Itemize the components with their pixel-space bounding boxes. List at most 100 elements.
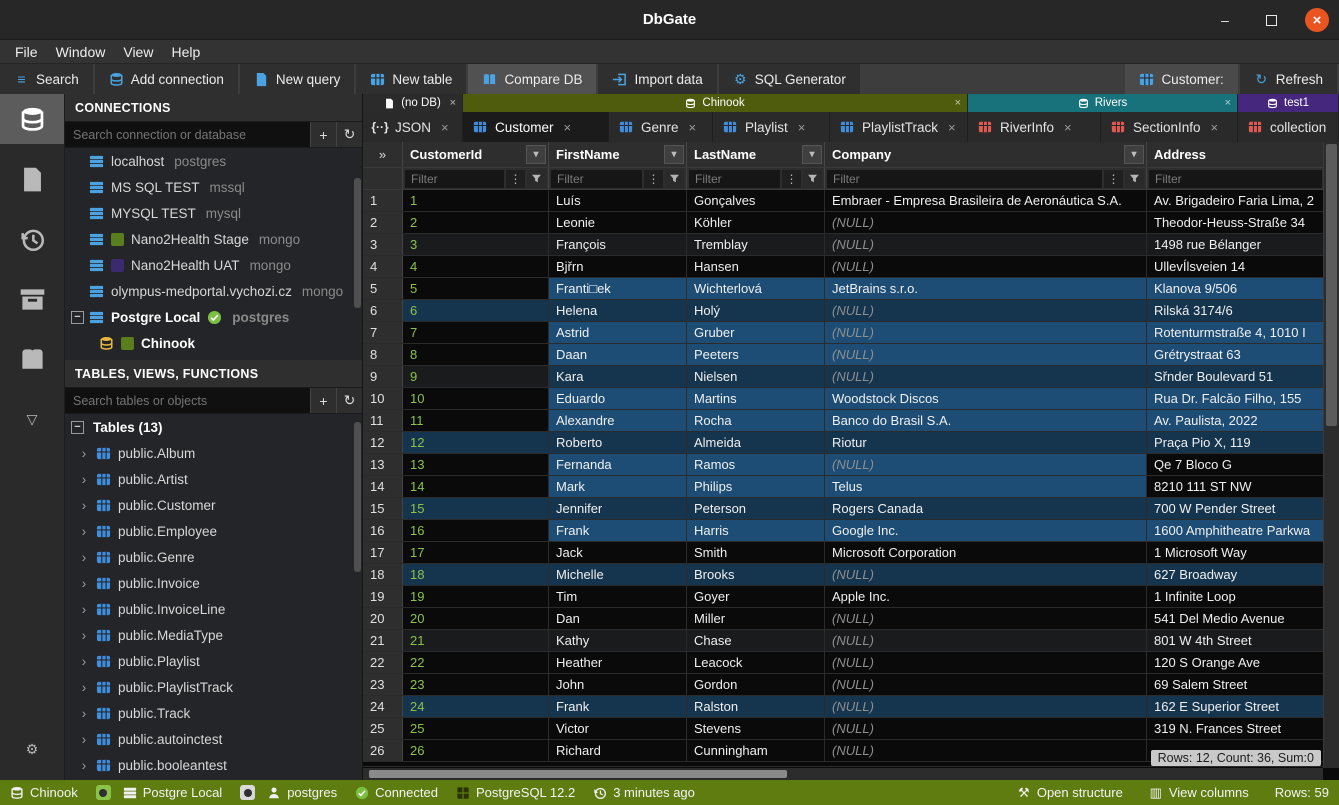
refresh-tables-button[interactable]: ↻ (336, 388, 362, 413)
menu-window[interactable]: Window (47, 42, 115, 62)
filter-funnel-button[interactable] (1125, 170, 1144, 188)
filter-menu-button[interactable]: ⋮ (506, 170, 525, 188)
connections-search-input[interactable] (65, 122, 310, 147)
cell[interactable]: 11 (403, 410, 549, 431)
cell[interactable]: 22 (403, 652, 549, 673)
cell[interactable]: Mark (549, 476, 687, 497)
row-number[interactable]: 9 (363, 366, 403, 387)
cell[interactable]: Rua Dr. Falcăo Filho, 155 (1147, 388, 1325, 409)
row-number[interactable]: 5 (363, 278, 403, 299)
row-number[interactable]: 19 (363, 586, 403, 607)
cell[interactable]: Chase (687, 630, 825, 651)
table-item-public-track[interactable]: ›public.Track (65, 700, 362, 726)
cell[interactable]: Gonçalves (687, 190, 825, 211)
add-connection-small-button[interactable]: + (310, 122, 336, 147)
table-item-public-playlisttrack[interactable]: ›public.PlaylistTrack (65, 674, 362, 700)
grid-horizontal-scrollbar[interactable] (363, 768, 1323, 780)
cell[interactable]: Banco do Brasil S.A. (825, 410, 1147, 431)
filter-funnel-button[interactable] (527, 170, 546, 188)
cell[interactable]: JetBrains s.r.o. (825, 278, 1147, 299)
cell[interactable]: 5 (403, 278, 549, 299)
cell[interactable]: 801 W 4th Street (1147, 630, 1325, 651)
filter-funnel-button[interactable] (665, 170, 684, 188)
row-number[interactable]: 11 (363, 410, 403, 431)
cell[interactable]: 319 N. Frances Street (1147, 718, 1325, 739)
toolbar-button-search[interactable]: ≡Search (0, 64, 93, 94)
tab-genre[interactable]: Genre× (609, 112, 713, 142)
cell[interactable]: (NULL) (825, 630, 1147, 651)
refresh-connections-button[interactable]: ↻ (336, 122, 362, 147)
cell[interactable]: 12 (403, 432, 549, 453)
connections-scrollbar[interactable] (354, 178, 361, 308)
cell[interactable]: Nielsen (687, 366, 825, 387)
cell[interactable]: 541 Del Medio Avenue (1147, 608, 1325, 629)
minimize-button[interactable]: – (1213, 8, 1237, 32)
grid-corner-expand[interactable]: » (363, 142, 403, 167)
cell[interactable]: Leonie (549, 212, 687, 233)
cell[interactable]: Peeters (687, 344, 825, 365)
cell[interactable]: Holý (687, 300, 825, 321)
cell[interactable]: Rilská 3174/6 (1147, 300, 1325, 321)
row-number[interactable]: 16 (363, 520, 403, 541)
filter-input[interactable]: Filter (405, 170, 504, 188)
tab-customer[interactable]: Customer× (463, 112, 609, 142)
close-icon[interactable]: × (798, 120, 806, 135)
cell[interactable]: 10 (403, 388, 549, 409)
grid-vertical-scrollbar[interactable] (1323, 142, 1339, 768)
menu-help[interactable]: Help (162, 42, 209, 62)
connection-item-olympus-medportal-vychozi-cz[interactable]: olympus-medportal.vychozi.czmongo (65, 278, 362, 304)
row-number[interactable]: 15 (363, 498, 403, 519)
cell[interactable]: Gordon (687, 674, 825, 695)
rail-item-cell-data[interactable]: ▽ (0, 394, 64, 444)
column-header-company[interactable]: Company▾ (825, 142, 1147, 167)
cell[interactable]: Frank (549, 696, 687, 717)
close-icon[interactable]: × (450, 97, 456, 109)
column-header-lastname[interactable]: LastName▾ (687, 142, 825, 167)
column-header-firstname[interactable]: FirstName▾ (549, 142, 687, 167)
filter-funnel-button[interactable] (803, 170, 822, 188)
cell[interactable]: Philips (687, 476, 825, 497)
menu-file[interactable]: File (6, 42, 47, 62)
cell[interactable]: 16 (403, 520, 549, 541)
row-number[interactable]: 18 (363, 564, 403, 585)
column-dropdown-button[interactable]: ▾ (526, 145, 546, 164)
cell[interactable]: (NULL) (825, 608, 1147, 629)
row-number[interactable]: 22 (363, 652, 403, 673)
cell[interactable]: 23 (403, 674, 549, 695)
cell[interactable]: Almeida (687, 432, 825, 453)
filter-menu-button[interactable]: ⋮ (782, 170, 801, 188)
tab-collection[interactable]: collection (1238, 112, 1339, 142)
cell[interactable]: 69 Salem Street (1147, 674, 1325, 695)
toolbar-button-new-query[interactable]: New query (240, 64, 355, 94)
table-item-public-genre[interactable]: ›public.Genre (65, 544, 362, 570)
cell[interactable]: Kathy (549, 630, 687, 651)
rail-item-favorites[interactable] (0, 334, 64, 384)
cell[interactable]: 21 (403, 630, 549, 651)
row-number[interactable]: 10 (363, 388, 403, 409)
toolbar-button-customer-[interactable]: Customer: (1125, 64, 1237, 94)
cell[interactable]: Av. Brigadeiro Faria Lima, 2 (1147, 190, 1325, 211)
connection-item-nano2health-stage[interactable]: Nano2Health Stagemongo (65, 226, 362, 252)
close-button[interactable]: × (1305, 8, 1329, 32)
cell[interactable]: 13 (403, 454, 549, 475)
row-number[interactable]: 17 (363, 542, 403, 563)
tab-group-chinook[interactable]: Chinook× (463, 94, 968, 112)
cell[interactable]: (NULL) (825, 212, 1147, 233)
cell[interactable]: Michelle (549, 564, 687, 585)
tab-sectioninfo[interactable]: SectionInfo× (1101, 112, 1238, 142)
status-view-columns[interactable]: ▥View columns (1149, 785, 1249, 800)
cell[interactable]: 24 (403, 696, 549, 717)
cell[interactable]: Astrid (549, 322, 687, 343)
row-number[interactable]: 21 (363, 630, 403, 651)
filter-input[interactable]: Filter (689, 170, 780, 188)
cell[interactable]: Helena (549, 300, 687, 321)
close-icon[interactable]: × (1225, 97, 1231, 109)
cell[interactable]: 17 (403, 542, 549, 563)
cell[interactable]: (NULL) (825, 344, 1147, 365)
rail-item-connections[interactable] (0, 94, 64, 144)
cell[interactable]: Sřnder Boulevard 51 (1147, 366, 1325, 387)
tab-playlist[interactable]: Playlist× (713, 112, 830, 142)
cell[interactable]: (NULL) (825, 300, 1147, 321)
filter-menu-button[interactable]: ⋮ (644, 170, 663, 188)
cell[interactable]: Av. Paulista, 2022 (1147, 410, 1325, 431)
